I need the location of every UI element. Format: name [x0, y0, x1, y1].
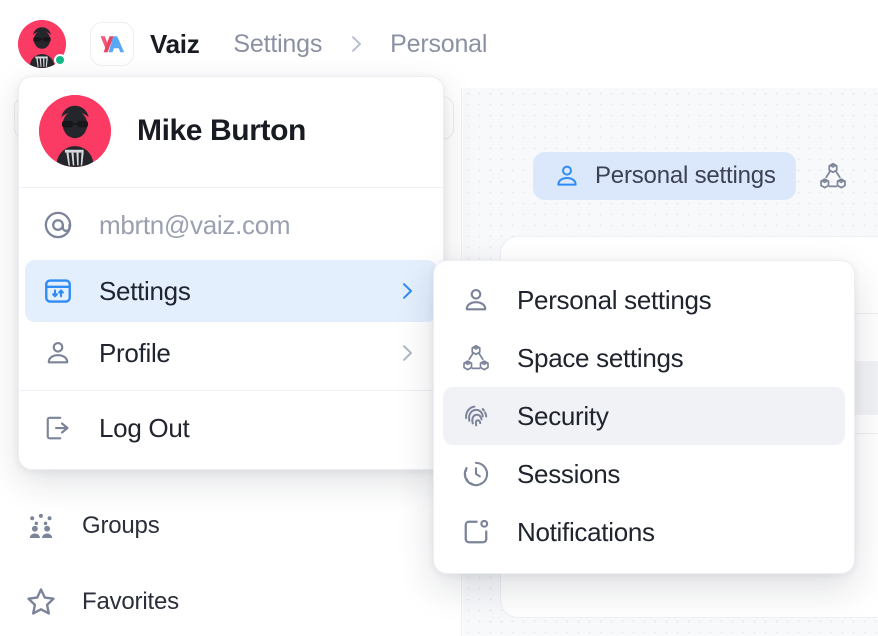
online-status-dot [54, 54, 66, 66]
vaiz-logo-icon [100, 36, 125, 53]
sidebar-item-label: Favorites [82, 588, 179, 615]
breadcrumb-personal[interactable]: Personal [390, 30, 487, 59]
menu-item-settings[interactable]: Settings [25, 260, 437, 322]
vaiz-logo[interactable] [90, 22, 134, 66]
submenu-item-sessions[interactable]: Sessions [443, 445, 845, 503]
submenu-item-label: Personal settings [517, 284, 712, 315]
breadcrumb-settings[interactable]: Settings [233, 30, 322, 59]
star-icon [24, 585, 58, 619]
at-icon [41, 208, 75, 242]
avatar[interactable] [18, 20, 66, 68]
menu-item-label: Settings [99, 275, 191, 306]
submenu-item-label: Security [517, 400, 609, 431]
person-icon [41, 336, 75, 370]
menu-item-profile[interactable]: Profile [25, 322, 437, 384]
submenu-item-personal-settings[interactable]: Personal settings [443, 271, 845, 329]
chevron-right-icon [395, 341, 419, 365]
top-bar: Vaiz Settings Personal [0, 0, 878, 88]
tab-personal-settings[interactable]: Personal settings [533, 152, 796, 200]
app-window: S [0, 0, 878, 636]
person-icon [459, 283, 493, 317]
groups-icon [24, 509, 58, 543]
user-email-row[interactable]: mbrtn@vaiz.com [25, 194, 437, 256]
menu-item-label: Log Out [99, 412, 190, 443]
submenu-item-label: Space settings [517, 342, 684, 373]
menu-item-label: Profile [99, 337, 171, 368]
user-dropdown-menu: Mike Burton mbrtn@vaiz.com Settings Prof… [18, 76, 444, 470]
panel-tab-strip: Personal settings [533, 152, 848, 200]
sidebar-item-favorites[interactable]: Favorites [10, 576, 450, 628]
person-icon [553, 162, 581, 190]
chevron-right-icon [395, 279, 419, 303]
submenu-item-space-settings[interactable]: Space settings [443, 329, 845, 387]
settings-submenu: Personal settings Space settings Securit… [433, 260, 855, 574]
divider [19, 187, 443, 188]
tab-label: Personal settings [595, 162, 776, 189]
tab-space-settings[interactable] [818, 161, 848, 191]
user-menu-header: Mike Burton [19, 77, 443, 187]
chevron-right-icon [344, 32, 368, 56]
user-name: Mike Burton [137, 114, 306, 147]
user-menu-avatar [39, 95, 111, 167]
brand-title: Vaiz [150, 28, 200, 59]
clock-history-icon [459, 457, 493, 491]
sidebar-item-groups[interactable]: Groups [10, 500, 450, 552]
submenu-item-label: Notifications [517, 516, 655, 547]
settings-panel-icon [41, 274, 75, 308]
notification-square-icon [459, 515, 493, 549]
fingerprint-icon [459, 399, 493, 433]
sidebar-item-label: Groups [82, 512, 160, 539]
cubes-icon [459, 341, 493, 375]
submenu-item-notifications[interactable]: Notifications [443, 503, 845, 561]
logout-icon [41, 411, 75, 445]
submenu-item-label: Sessions [517, 458, 621, 489]
submenu-item-security[interactable]: Security [443, 387, 845, 445]
menu-item-logout[interactable]: Log Out [25, 397, 437, 459]
user-email: mbrtn@vaiz.com [99, 209, 291, 240]
